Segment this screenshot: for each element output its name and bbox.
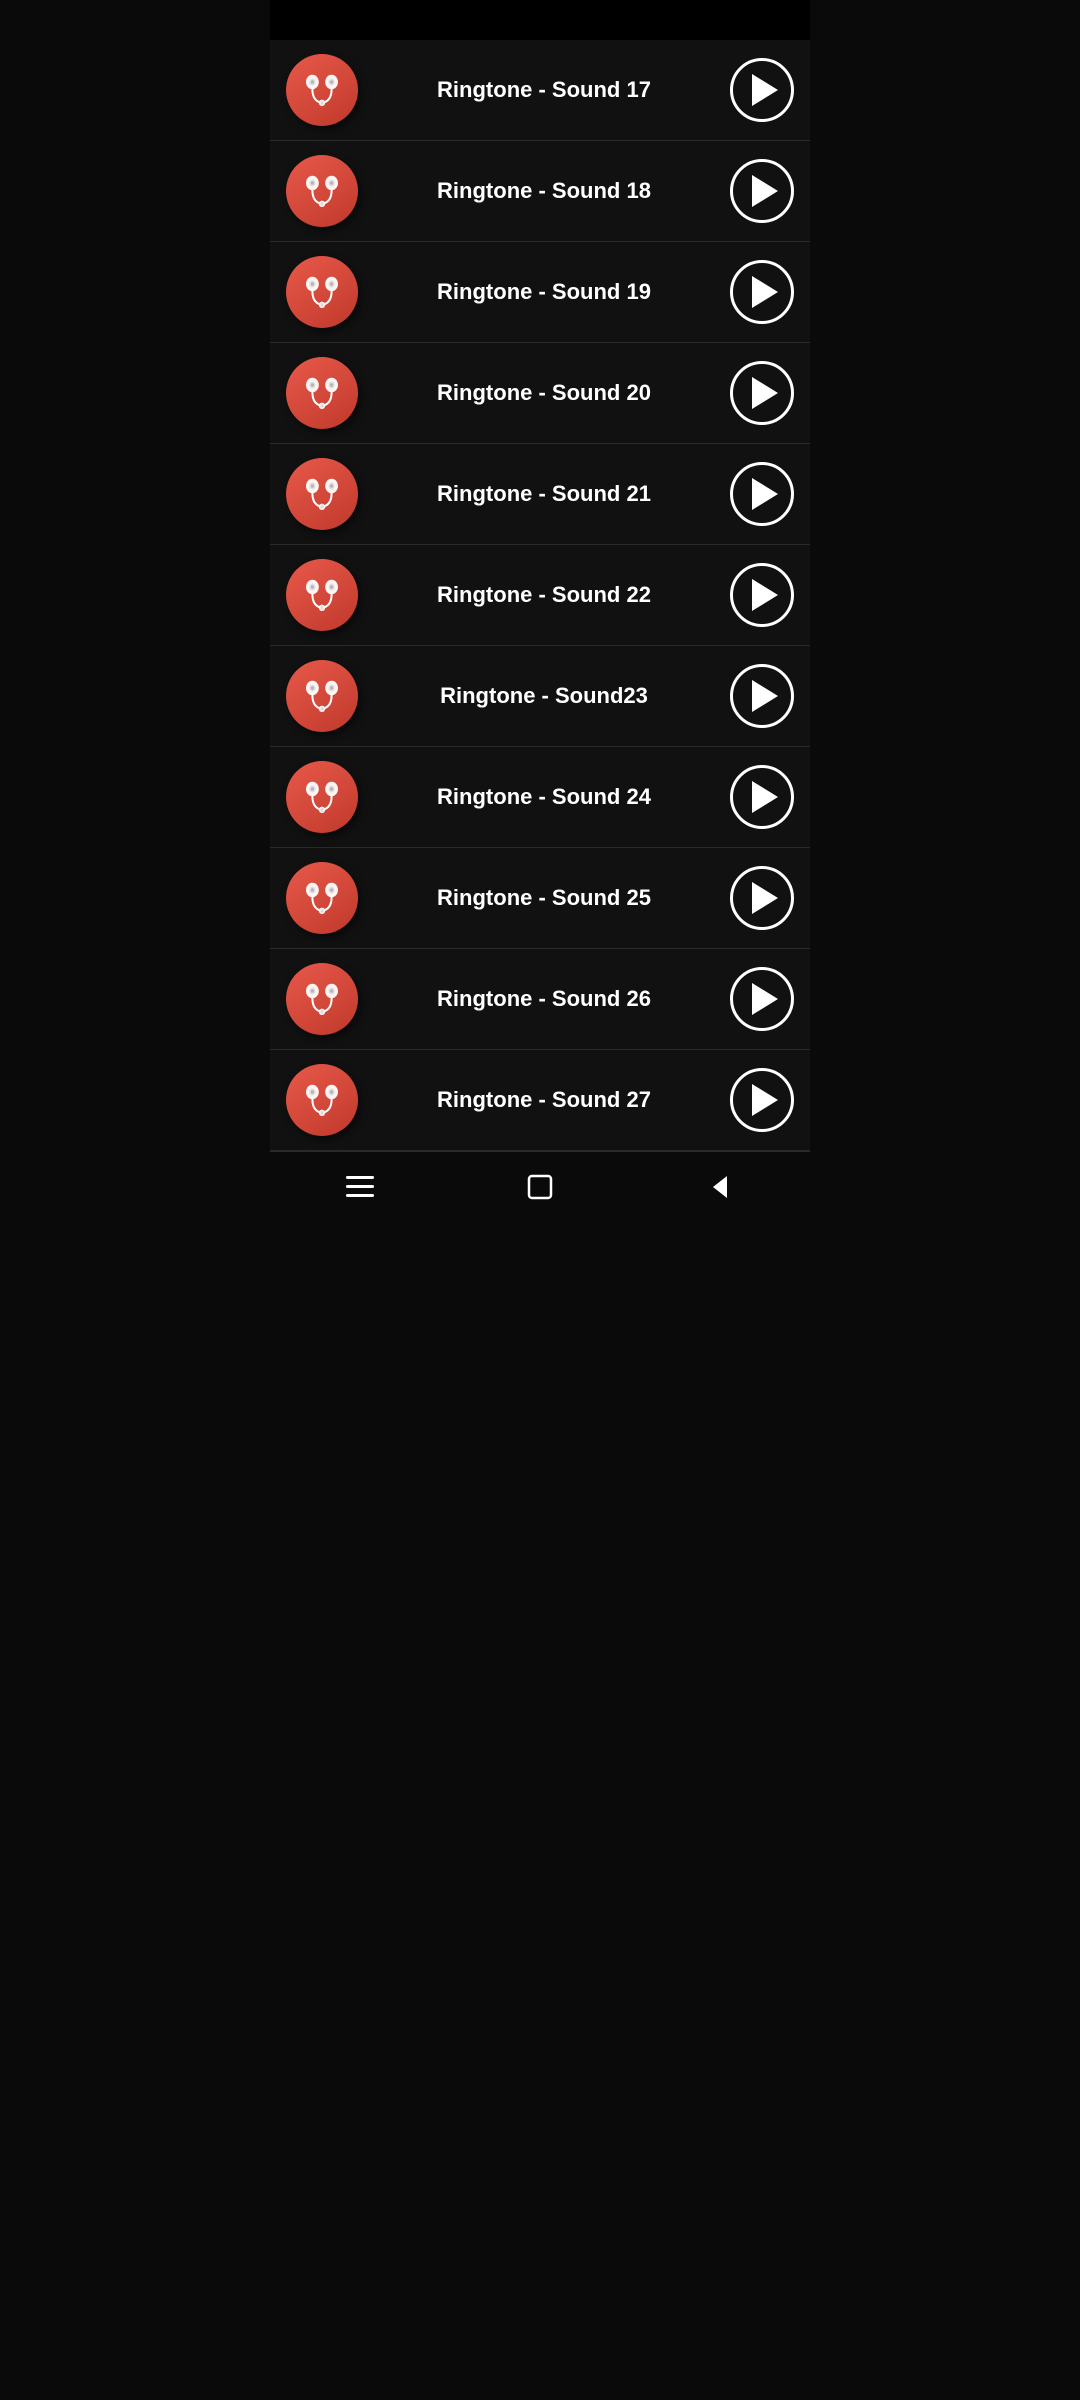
menu-icon[interactable]	[340, 1167, 380, 1207]
play-button-22[interactable]	[730, 563, 794, 627]
ringtone-item[interactable]: Ringtone - Sound 17	[270, 40, 810, 141]
back-icon[interactable]	[700, 1167, 740, 1207]
earphone-icon-22	[286, 559, 358, 631]
play-triangle-icon	[752, 680, 778, 712]
ringtone-list: Ringtone - Sound 17	[270, 40, 810, 1151]
play-triangle-icon	[752, 377, 778, 409]
ringtone-label-22: Ringtone - Sound 22	[358, 582, 730, 608]
ringtone-label-26: Ringtone - Sound 26	[358, 986, 730, 1012]
play-triangle-icon	[752, 781, 778, 813]
ringtone-item[interactable]: Ringtone - Sound 24	[270, 747, 810, 848]
ringtone-item[interactable]: Ringtone - Sound 26	[270, 949, 810, 1050]
play-button-17[interactable]	[730, 58, 794, 122]
earphone-icon-18	[286, 155, 358, 227]
earphone-icon-23	[286, 660, 358, 732]
play-triangle-icon	[752, 579, 778, 611]
play-triangle-icon	[752, 1084, 778, 1116]
play-button-21[interactable]	[730, 462, 794, 526]
play-triangle-icon	[752, 478, 778, 510]
earphone-icon-17	[286, 54, 358, 126]
play-button-27[interactable]	[730, 1068, 794, 1132]
home-icon[interactable]	[520, 1167, 560, 1207]
ringtone-label-19: Ringtone - Sound 19	[358, 279, 730, 305]
play-button-23[interactable]	[730, 664, 794, 728]
ringtone-label-18: Ringtone - Sound 18	[358, 178, 730, 204]
status-bar	[270, 0, 810, 40]
ringtone-label-25: Ringtone - Sound 25	[358, 885, 730, 911]
play-triangle-icon	[752, 276, 778, 308]
nav-bar	[270, 1151, 810, 1221]
play-button-18[interactable]	[730, 159, 794, 223]
play-button-26[interactable]	[730, 967, 794, 1031]
ringtone-item[interactable]: Ringtone - Sound 25	[270, 848, 810, 949]
earphone-icon-26	[286, 963, 358, 1035]
earphone-icon-24	[286, 761, 358, 833]
earphone-icon-20	[286, 357, 358, 429]
play-triangle-icon	[752, 882, 778, 914]
play-button-24[interactable]	[730, 765, 794, 829]
earphone-icon-21	[286, 458, 358, 530]
earphone-icon-27	[286, 1064, 358, 1136]
ringtone-item[interactable]: Ringtone - Sound 21	[270, 444, 810, 545]
ringtone-item[interactable]: Ringtone - Sound23	[270, 646, 810, 747]
ringtone-label-23: Ringtone - Sound23	[358, 683, 730, 709]
play-triangle-icon	[752, 74, 778, 106]
earphone-icon-25	[286, 862, 358, 934]
ringtone-item[interactable]: Ringtone - Sound 20	[270, 343, 810, 444]
play-triangle-icon	[752, 983, 778, 1015]
play-button-25[interactable]	[730, 866, 794, 930]
play-triangle-icon	[752, 175, 778, 207]
ringtone-label-21: Ringtone - Sound 21	[358, 481, 730, 507]
play-button-19[interactable]	[730, 260, 794, 324]
ringtone-label-20: Ringtone - Sound 20	[358, 380, 730, 406]
ringtone-item[interactable]: Ringtone - Sound 19	[270, 242, 810, 343]
earphone-icon-19	[286, 256, 358, 328]
ringtone-label-17: Ringtone - Sound 17	[358, 77, 730, 103]
ringtone-item[interactable]: Ringtone - Sound 27	[270, 1050, 810, 1151]
ringtone-label-24: Ringtone - Sound 24	[358, 784, 730, 810]
play-button-20[interactable]	[730, 361, 794, 425]
ringtone-label-27: Ringtone - Sound 27	[358, 1087, 730, 1113]
ringtone-item[interactable]: Ringtone - Sound 18	[270, 141, 810, 242]
ringtone-item[interactable]: Ringtone - Sound 22	[270, 545, 810, 646]
